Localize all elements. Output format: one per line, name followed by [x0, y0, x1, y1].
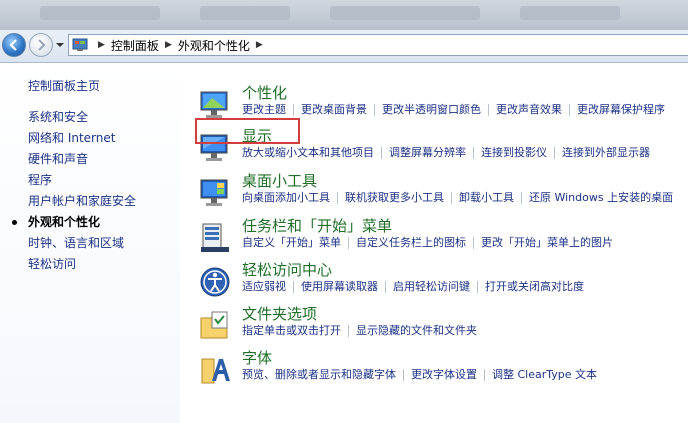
category-links: 向桌面添加小工具 联机获取更多小工具 卸载小工具 还原 Windows 上安装的… [242, 192, 680, 204]
sidebar-item-system-security[interactable]: 系统和安全 [28, 107, 136, 128]
link-low-vision[interactable]: 适应弱视 [242, 281, 293, 293]
fonts-icon [201, 358, 230, 384]
back-button[interactable] [2, 33, 26, 57]
taskbar-icon [201, 223, 229, 252]
sidebar-item-appearance[interactable]: 外观和个性化 [11, 212, 136, 233]
personalization-icon [200, 91, 228, 118]
category-title[interactable]: 桌面小工具 [242, 170, 317, 191]
category-folder-options: 文件夹选项 指定单击或双击打开 显示隐藏的文件和文件夹 [190, 303, 688, 345]
link-add-gadgets[interactable]: 向桌面添加小工具 [242, 192, 337, 204]
link-change-screensaver[interactable]: 更改屏幕保护程序 [569, 104, 672, 116]
link-screen-resolution[interactable]: 调整屏幕分辨率 [381, 147, 473, 159]
category-links: 自定义「开始」菜单 自定义任务栏上的图标 更改「开始」菜单上的图片 [242, 237, 620, 249]
category-links: 放大或缩小文本和其他项目 调整屏幕分辨率 连接到投影仪 连接到外部显示器 [242, 147, 657, 159]
link-single-double-click[interactable]: 指定单击或双击打开 [242, 325, 348, 337]
sidebar-item-ease-of-access[interactable]: 轻松访问 [28, 254, 136, 275]
window-top-strip [0, 0, 688, 30]
breadcrumb-control-panel[interactable]: 控制面板 [111, 37, 159, 54]
control-panel-icon [72, 38, 88, 51]
breadcrumb-separator-icon: ▶ [98, 40, 105, 50]
ease-of-access-icon [200, 267, 230, 297]
sidebar-item-hardware-sound[interactable]: 硬件和声音 [28, 149, 136, 170]
category-title[interactable]: 轻松访问中心 [242, 259, 332, 280]
sidebar-item-network[interactable]: 网络和 Internet [28, 128, 136, 149]
folder-options-icon [200, 311, 228, 339]
navigation-bar: ▶ 控制面板 ▶ 外观和个性化 ▶ [0, 30, 688, 63]
link-customize-start-menu[interactable]: 自定义「开始」菜单 [242, 237, 348, 249]
sidebar-item-user-accounts[interactable]: 用户帐户和家庭安全 [28, 191, 136, 212]
category-links: 预览、删除或者显示和隐藏字体 更改字体设置 调整 ClearType 文本 [242, 369, 604, 381]
sidebar-item-programs[interactable]: 程序 [28, 170, 136, 191]
breadcrumb-separator-icon: ▶ [255, 40, 263, 50]
link-text-size[interactable]: 放大或缩小文本和其他项目 [242, 147, 381, 159]
sidebar-item-clock-language[interactable]: 时钟、语言和区域 [28, 233, 136, 254]
gadgets-icon [200, 179, 228, 206]
link-connect-external-display[interactable]: 连接到外部显示器 [554, 147, 657, 159]
link-restore-gadgets[interactable]: 还原 Windows 上安装的桌面 [521, 192, 680, 204]
category-gadgets: 桌面小工具 向桌面添加小工具 联机获取更多小工具 卸载小工具 还原 Window… [190, 170, 688, 212]
category-taskbar: 任务栏和「开始」菜单 自定义「开始」菜单 自定义任务栏上的图标 更改「开始」菜单… [190, 215, 688, 257]
link-show-hidden-files[interactable]: 显示隐藏的文件和文件夹 [348, 325, 484, 337]
link-change-theme[interactable]: 更改主题 [242, 104, 293, 116]
category-links: 适应弱视 使用屏幕读取器 启用轻松访问键 打开或关闭高对比度 [242, 281, 591, 293]
breadcrumb-appearance[interactable]: 外观和个性化 [178, 37, 250, 54]
category-links: 指定单击或双击打开 显示隐藏的文件和文件夹 [242, 325, 484, 337]
category-title[interactable]: 个性化 [242, 82, 287, 103]
link-shortcut-keys[interactable]: 启用轻松访问键 [385, 281, 477, 293]
forward-button[interactable] [29, 33, 53, 57]
main-panel: 个性化 更改主题 更改桌面背景 更改半透明窗口颜色 更改声音效果 更改屏幕保护程… [190, 63, 688, 423]
arrow-right-icon [38, 39, 46, 51]
link-change-start-picture[interactable]: 更改「开始」菜单上的图片 [473, 237, 620, 249]
sidebar: 控制面板主页 系统和安全 网络和 Internet 硬件和声音 程序 用户帐户和… [0, 63, 180, 423]
recent-pages-dropdown-icon[interactable] [55, 40, 65, 50]
display-highlight-annotation [195, 118, 300, 144]
link-change-font-settings[interactable]: 更改字体设置 [403, 369, 484, 381]
link-connect-projector[interactable]: 连接到投影仪 [473, 147, 554, 159]
link-change-window-color[interactable]: 更改半透明窗口颜色 [374, 104, 488, 116]
sidebar-list: 系统和安全 网络和 Internet 硬件和声音 程序 用户帐户和家庭安全 外观… [11, 107, 136, 275]
category-ease-of-access: 轻松访问中心 适应弱视 使用屏幕读取器 启用轻松访问键 打开或关闭高对比度 [190, 259, 688, 301]
sidebar-home-link[interactable]: 控制面板主页 [28, 77, 100, 94]
link-preview-fonts[interactable]: 预览、删除或者显示和隐藏字体 [242, 369, 403, 381]
category-title[interactable]: 字体 [242, 347, 272, 368]
link-high-contrast[interactable]: 打开或关闭高对比度 [477, 281, 591, 293]
category-fonts: 字体 预览、删除或者显示和隐藏字体 更改字体设置 调整 ClearType 文本 [190, 347, 688, 389]
arrow-left-icon [9, 39, 17, 51]
link-screen-reader[interactable]: 使用屏幕读取器 [293, 281, 385, 293]
address-bar[interactable]: ▶ 控制面板 ▶ 外观和个性化 ▶ [68, 34, 688, 56]
category-title[interactable]: 文件夹选项 [242, 303, 317, 324]
link-adjust-cleartype[interactable]: 调整 ClearType 文本 [484, 369, 604, 381]
category-links: 更改主题 更改桌面背景 更改半透明窗口颜色 更改声音效果 更改屏幕保护程序 [242, 104, 672, 116]
breadcrumb-separator-icon: ▶ [164, 40, 172, 50]
link-uninstall-gadget[interactable]: 卸载小工具 [451, 192, 521, 204]
category-title[interactable]: 任务栏和「开始」菜单 [242, 215, 392, 236]
link-customize-taskbar-icons[interactable]: 自定义任务栏上的图标 [348, 237, 473, 249]
link-change-desktop-background[interactable]: 更改桌面背景 [293, 104, 374, 116]
link-get-more-gadgets[interactable]: 联机获取更多小工具 [337, 192, 451, 204]
link-change-sounds[interactable]: 更改声音效果 [488, 104, 569, 116]
